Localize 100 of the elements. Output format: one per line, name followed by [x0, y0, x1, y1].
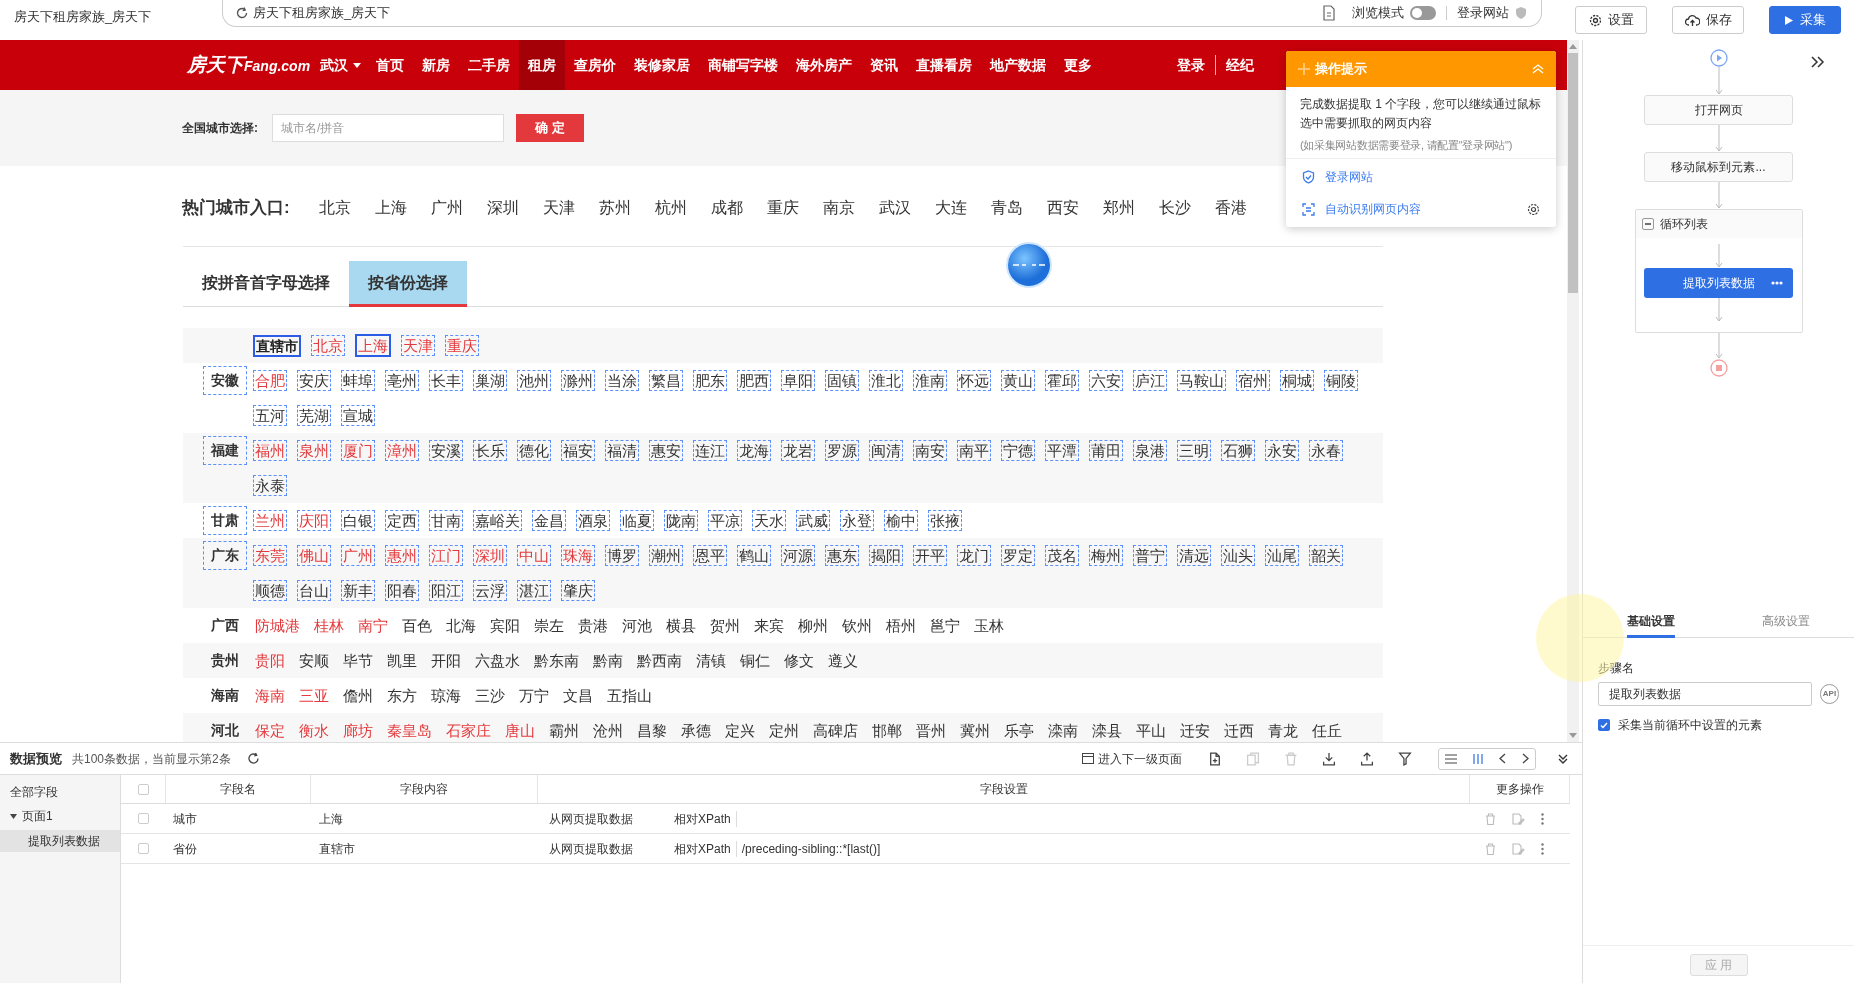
city-link[interactable]: 云浮	[473, 580, 507, 601]
tab[interactable]: 按拼音首字母选择	[183, 261, 349, 307]
city-link[interactable]: 亳州	[385, 370, 419, 391]
city-link[interactable]: 泉港	[1133, 440, 1167, 461]
nav-link[interactable]: 海外房产	[787, 40, 862, 90]
nav-link[interactable]: 资讯	[861, 40, 908, 90]
city-link[interactable]: 东方	[385, 685, 419, 706]
city-link[interactable]: 肥东	[693, 370, 727, 391]
nav-link[interactable]: 二手房	[459, 40, 520, 90]
city-link[interactable]: 张掖	[928, 510, 962, 531]
city-link[interactable]: 罗源	[825, 440, 859, 461]
step-name-field[interactable]: 提取列表数据	[1598, 682, 1812, 706]
city-link[interactable]: 六盘水	[473, 650, 522, 671]
city-link[interactable]: 大连	[935, 196, 967, 220]
city-link[interactable]: 肥西	[737, 370, 771, 391]
city-link[interactable]: 阳江	[429, 580, 463, 601]
address-bar[interactable]: 房天下租房家族_房天下 浏览模式 登录网站	[222, 0, 1542, 27]
city-link[interactable]: 百色	[400, 615, 434, 636]
list-icon[interactable]	[1445, 753, 1457, 764]
city-link[interactable]: 上海	[355, 334, 391, 357]
city-link[interactable]: 宾阳	[488, 615, 522, 636]
reload-icon[interactable]	[235, 6, 249, 20]
city-link[interactable]: 德化	[517, 440, 551, 461]
kebab-icon[interactable]	[1541, 842, 1544, 855]
city-link[interactable]: 闽清	[869, 440, 903, 461]
city-link[interactable]: 霍邱	[1045, 370, 1079, 391]
city-link[interactable]: 榆中	[884, 510, 918, 531]
city-link[interactable]: 定西	[385, 510, 419, 531]
view-switcher[interactable]	[1438, 747, 1536, 770]
city-link[interactable]: 万宁	[517, 685, 551, 706]
city-link[interactable]: 长乐	[473, 440, 507, 461]
city-link[interactable]: 成都	[711, 196, 743, 220]
city-link[interactable]: 迁安	[1178, 720, 1212, 741]
popup-link[interactable]: 登录网站	[1325, 168, 1540, 186]
city-link[interactable]: 儋州	[341, 685, 375, 706]
city-link[interactable]: 清远	[1177, 545, 1211, 566]
city-link[interactable]: 晋州	[914, 720, 948, 741]
city-link[interactable]: 兰州	[253, 510, 287, 531]
city-link[interactable]: 贵港	[576, 615, 610, 636]
city-link[interactable]: 宣城	[341, 405, 375, 426]
nav-link[interactable]: 直播看房	[907, 40, 982, 90]
city-link[interactable]: 黄山	[1001, 370, 1035, 391]
city-link[interactable]: 沧州	[591, 720, 625, 741]
city-link[interactable]: 漳州	[385, 440, 419, 461]
city-link[interactable]: 郑州	[1103, 196, 1135, 220]
workflow-step[interactable]: 打开网页	[1644, 95, 1793, 125]
refresh-icon[interactable]	[246, 752, 260, 765]
city-link[interactable]: 天津	[543, 196, 575, 220]
city-link[interactable]: 横县	[664, 615, 698, 636]
city-link[interactable]: 福州	[253, 440, 287, 461]
region-heading[interactable]: 直辖市	[253, 334, 301, 357]
city-link[interactable]: 贺州	[708, 615, 742, 636]
city-link[interactable]: 宿州	[1236, 370, 1270, 391]
city-link[interactable]: 梧州	[884, 615, 918, 636]
city-link[interactable]: 安溪	[429, 440, 463, 461]
nav-link[interactable]: 新房	[413, 40, 460, 90]
login-site-link[interactable]: 登录网站	[1457, 3, 1509, 23]
city-link[interactable]: 平凉	[708, 510, 742, 531]
next-icon[interactable]	[1522, 753, 1529, 764]
city-link[interactable]: 文昌	[561, 685, 595, 706]
city-link[interactable]: 遵义	[826, 650, 860, 671]
settings-tab[interactable]: 基础设置	[1626, 607, 1675, 638]
more-icon[interactable]	[1771, 281, 1783, 285]
city-link[interactable]: 柳州	[796, 615, 830, 636]
city-link[interactable]: 连江	[693, 440, 727, 461]
city-link[interactable]: 繁昌	[649, 370, 683, 391]
city-link[interactable]: 崇左	[532, 615, 566, 636]
city-link[interactable]: 怀远	[957, 370, 991, 391]
login-link[interactable]: 登录	[1177, 54, 1206, 76]
document-icon[interactable]	[1322, 5, 1336, 21]
city-link[interactable]: 黔南	[591, 650, 625, 671]
city-link[interactable]: 潮州	[649, 545, 683, 566]
city-link[interactable]: 深圳	[473, 545, 507, 566]
city-link[interactable]: 清镇	[694, 650, 728, 671]
city-link[interactable]: 白银	[341, 510, 375, 531]
move-icon[interactable]	[1298, 63, 1310, 75]
city-link[interactable]: 汕头	[1221, 545, 1255, 566]
collapse-panel-icon[interactable]	[1558, 753, 1568, 764]
city-link[interactable]: 海南	[253, 685, 287, 706]
scrollbar[interactable]	[1567, 40, 1579, 742]
start-icon[interactable]	[1709, 49, 1728, 67]
city-link[interactable]: 六安	[1089, 370, 1123, 391]
city-link[interactable]: 普宁	[1133, 545, 1167, 566]
city-link[interactable]: 铜仁	[738, 650, 772, 671]
tree-item[interactable]: 提取列表数据	[0, 830, 120, 852]
city-link[interactable]: 龙门	[957, 545, 991, 566]
nav-link[interactable]: 查房价	[565, 40, 626, 90]
city-link[interactable]: 重庆	[445, 335, 479, 356]
city-link[interactable]: 鹤山	[737, 545, 771, 566]
nav-link[interactable]: 首页	[367, 40, 414, 90]
city-link[interactable]: 龙海	[737, 440, 771, 461]
city-link[interactable]: 南京	[823, 196, 855, 220]
filter-icon[interactable]	[1398, 751, 1412, 766]
city-link[interactable]: 嘉峪关	[473, 510, 522, 531]
city-link[interactable]: 合肥	[253, 370, 287, 391]
city-link[interactable]: 钦州	[840, 615, 874, 636]
city-link[interactable]: 五指山	[605, 685, 654, 706]
city-link[interactable]: 三明	[1177, 440, 1211, 461]
agent-link[interactable]: 经纪	[1226, 54, 1255, 76]
city-link[interactable]: 长沙	[1159, 196, 1191, 220]
